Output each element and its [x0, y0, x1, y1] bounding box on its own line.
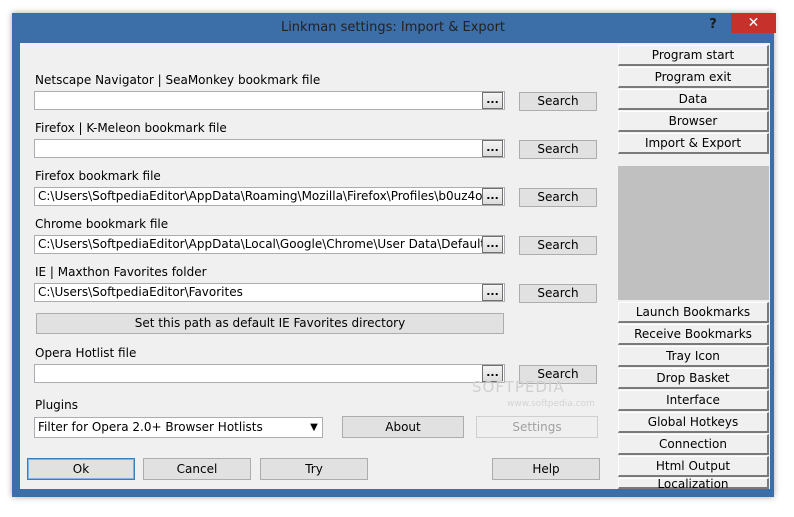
help-icon[interactable]: ?	[702, 16, 724, 34]
sidebar-item-data[interactable]: Data	[618, 89, 769, 110]
sidebar-item-program-start[interactable]: Program start	[618, 45, 769, 66]
chrome-label: Chrome bookmark file	[35, 217, 169, 231]
try-button[interactable]: Try	[260, 458, 368, 480]
cancel-button[interactable]: Cancel	[143, 458, 251, 480]
sidebar-item-import-export[interactable]: Import & Export	[618, 133, 769, 154]
plugin-about-button[interactable]: About	[342, 416, 464, 438]
sidebar-item-launch-bookmarks[interactable]: Launch Bookmarks	[618, 302, 769, 323]
firefox-search-button[interactable]: Search	[519, 188, 597, 207]
ie-path-field[interactable]: C:\Users\SoftpediaEditor\Favorites	[34, 283, 505, 302]
firefox-label: Firefox bookmark file	[35, 169, 161, 183]
ie-browse-button[interactable]: ...	[482, 284, 503, 301]
settings-window: Linkman settings: Import & Export ? ✕ Ne…	[12, 13, 776, 497]
chevron-down-icon: ▼	[310, 422, 318, 433]
sidebar-item-interface[interactable]: Interface	[618, 390, 769, 411]
firefox-kmeleon-label: Firefox | K-Meleon bookmark file	[35, 121, 227, 135]
chrome-browse-button[interactable]: ...	[482, 236, 503, 253]
netscape-label: Netscape Navigator | SeaMonkey bookmark …	[35, 73, 321, 87]
plugins-selected-value: Filter for Opera 2.0+ Browser Hotlists	[38, 420, 263, 434]
plugins-dropdown[interactable]: Filter for Opera 2.0+ Browser Hotlists ▼	[34, 417, 323, 438]
firefox-kmeleon-path-field[interactable]	[34, 139, 505, 158]
plugin-settings-button[interactable]: Settings	[476, 416, 598, 438]
ok-button[interactable]: Ok	[27, 458, 135, 480]
window-title: Linkman settings: Import & Export	[280, 20, 506, 35]
netscape-path-field[interactable]	[34, 91, 505, 110]
netscape-browse-button[interactable]: ...	[482, 92, 503, 109]
plugins-label: Plugins	[35, 398, 78, 412]
sidebar-item-html-output[interactable]: Html Output	[618, 456, 769, 477]
firefox-kmeleon-search-button[interactable]: Search	[519, 140, 597, 159]
chrome-path-field[interactable]: C:\Users\SoftpediaEditor\AppData\Local\G…	[34, 235, 505, 254]
softpedia-watermark-url: www.softpedia.com	[507, 399, 595, 409]
sidebar-item-localization[interactable]: Localization	[618, 478, 769, 490]
client-area: Netscape Navigator | SeaMonkey bookmark …	[20, 43, 770, 490]
ie-label: IE | Maxthon Favorites folder	[35, 265, 207, 279]
sidebar-item-global-hotkeys[interactable]: Global Hotkeys	[618, 412, 769, 433]
firefox-path-field[interactable]: C:\Users\SoftpediaEditor\AppData\Roaming…	[34, 187, 505, 206]
set-default-ie-favorites-button[interactable]: Set this path as default IE Favorites di…	[36, 313, 504, 334]
netscape-search-button[interactable]: Search	[519, 92, 597, 111]
firefox-kmeleon-browse-button[interactable]: ...	[482, 140, 503, 157]
sidebar-item-program-exit[interactable]: Program exit	[618, 67, 769, 88]
opera-label: Opera Hotlist file	[35, 346, 137, 360]
sidebar-item-browser[interactable]: Browser	[618, 111, 769, 132]
settings-sidebar: Program start Program exit Data Browser …	[616, 43, 770, 490]
chrome-search-button[interactable]: Search	[519, 236, 597, 255]
sidebar-item-receive-bookmarks[interactable]: Receive Bookmarks	[618, 324, 769, 345]
close-button[interactable]: ✕	[731, 13, 776, 33]
sidebar-item-connection[interactable]: Connection	[618, 434, 769, 455]
firefox-browse-button[interactable]: ...	[482, 188, 503, 205]
ie-search-button[interactable]: Search	[519, 284, 597, 303]
sidebar-item-drop-basket[interactable]: Drop Basket	[618, 368, 769, 389]
sidebar-empty-area	[618, 166, 769, 300]
help-button[interactable]: Help	[492, 458, 600, 480]
opera-path-field[interactable]	[34, 364, 505, 383]
title-bar[interactable]: Linkman settings: Import & Export ? ✕	[12, 13, 776, 42]
softpedia-watermark: SOFTPEDIA	[472, 378, 565, 396]
sidebar-item-tray-icon[interactable]: Tray Icon	[618, 346, 769, 367]
